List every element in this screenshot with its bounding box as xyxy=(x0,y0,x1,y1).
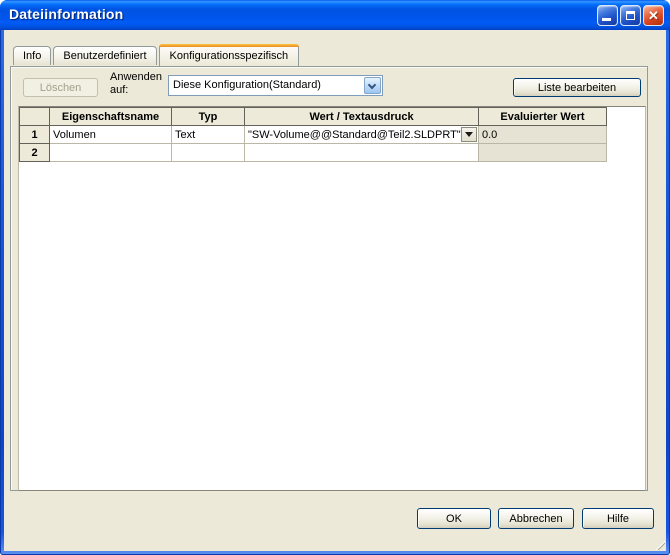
header-wert-textausdruck: Wert / Textausdruck xyxy=(244,107,479,126)
value-dropdown-button[interactable] xyxy=(461,127,477,142)
triangle-down-icon xyxy=(465,132,473,137)
header-typ: Typ xyxy=(171,107,245,126)
minimize-icon xyxy=(602,18,611,21)
tab-page-konfigurationsspezifisch: Löschen Anwenden auf: Diese Konfiguratio… xyxy=(10,66,648,491)
dialog-window: Dateiinformation ✕ Info Benutzerdefinier… xyxy=(0,0,670,555)
ok-button[interactable]: OK xyxy=(417,508,491,529)
resize-grip[interactable] xyxy=(652,537,665,550)
maximize-icon xyxy=(626,11,635,20)
minimize-button[interactable] xyxy=(597,5,618,26)
close-button[interactable]: ✕ xyxy=(643,5,664,26)
property-name-cell[interactable] xyxy=(49,143,172,162)
combo-dropdown-button[interactable] xyxy=(364,77,381,94)
evaluated-value-cell: 0.0 xyxy=(478,125,607,144)
property-name-cell[interactable]: Volumen xyxy=(49,125,172,144)
apply-to-label: Anwenden auf: xyxy=(110,71,162,96)
property-type-cell[interactable] xyxy=(171,143,245,162)
header-eigenschaftsname: Eigenschaftsname xyxy=(49,107,172,126)
title-bar[interactable]: Dateiinformation ✕ xyxy=(0,0,670,30)
window-title: Dateiinformation xyxy=(9,6,124,22)
tab-strip: Info Benutzerdefiniert Konfigurationsspe… xyxy=(13,44,300,66)
row-number-cell[interactable]: 2 xyxy=(19,143,50,162)
tab-benutzerdefiniert[interactable]: Benutzerdefiniert xyxy=(53,46,157,65)
chevron-down-icon xyxy=(367,80,377,90)
edit-list-button[interactable]: Liste bearbeiten xyxy=(513,78,641,97)
maximize-button[interactable] xyxy=(620,5,641,26)
cancel-button[interactable]: Abbrechen xyxy=(498,508,574,529)
help-button[interactable]: Hilfe xyxy=(582,508,654,529)
caption-buttons: ✕ xyxy=(597,5,664,26)
property-value-text: "SW-Volume@@Standard@Teil2.SLDPRT" xyxy=(248,128,461,141)
delete-button[interactable]: Löschen xyxy=(23,78,98,97)
table-header-row: Eigenschaftsname Typ Wert / Textausdruck… xyxy=(19,107,607,126)
property-grid: Eigenschaftsname Typ Wert / Textausdruck… xyxy=(18,106,646,491)
table-row: 1 Volumen Text "SW-Volume@@Standard@Teil… xyxy=(19,125,607,144)
tab-konfigurationsspezifisch[interactable]: Konfigurationsspezifisch xyxy=(158,44,300,66)
tab-info[interactable]: Info xyxy=(13,46,52,65)
evaluated-value-cell xyxy=(478,143,607,162)
corner-header-cell xyxy=(19,107,50,126)
close-icon: ✕ xyxy=(648,8,659,23)
property-value-cell[interactable] xyxy=(244,143,479,162)
dialog-client-area: Info Benutzerdefiniert Konfigurationsspe… xyxy=(4,30,666,551)
property-value-cell[interactable]: "SW-Volume@@Standard@Teil2.SLDPRT" xyxy=(244,125,479,144)
configuration-select-value: Diese Konfiguration(Standard) xyxy=(173,79,321,91)
header-evaluierter-wert: Evaluierter Wert xyxy=(478,107,607,126)
property-table: Eigenschaftsname Typ Wert / Textausdruck… xyxy=(19,107,607,162)
row-number-cell[interactable]: 1 xyxy=(19,125,50,144)
configuration-select[interactable]: Diese Konfiguration(Standard) xyxy=(168,75,383,96)
property-type-cell[interactable]: Text xyxy=(171,125,245,144)
table-row: 2 xyxy=(19,143,607,162)
